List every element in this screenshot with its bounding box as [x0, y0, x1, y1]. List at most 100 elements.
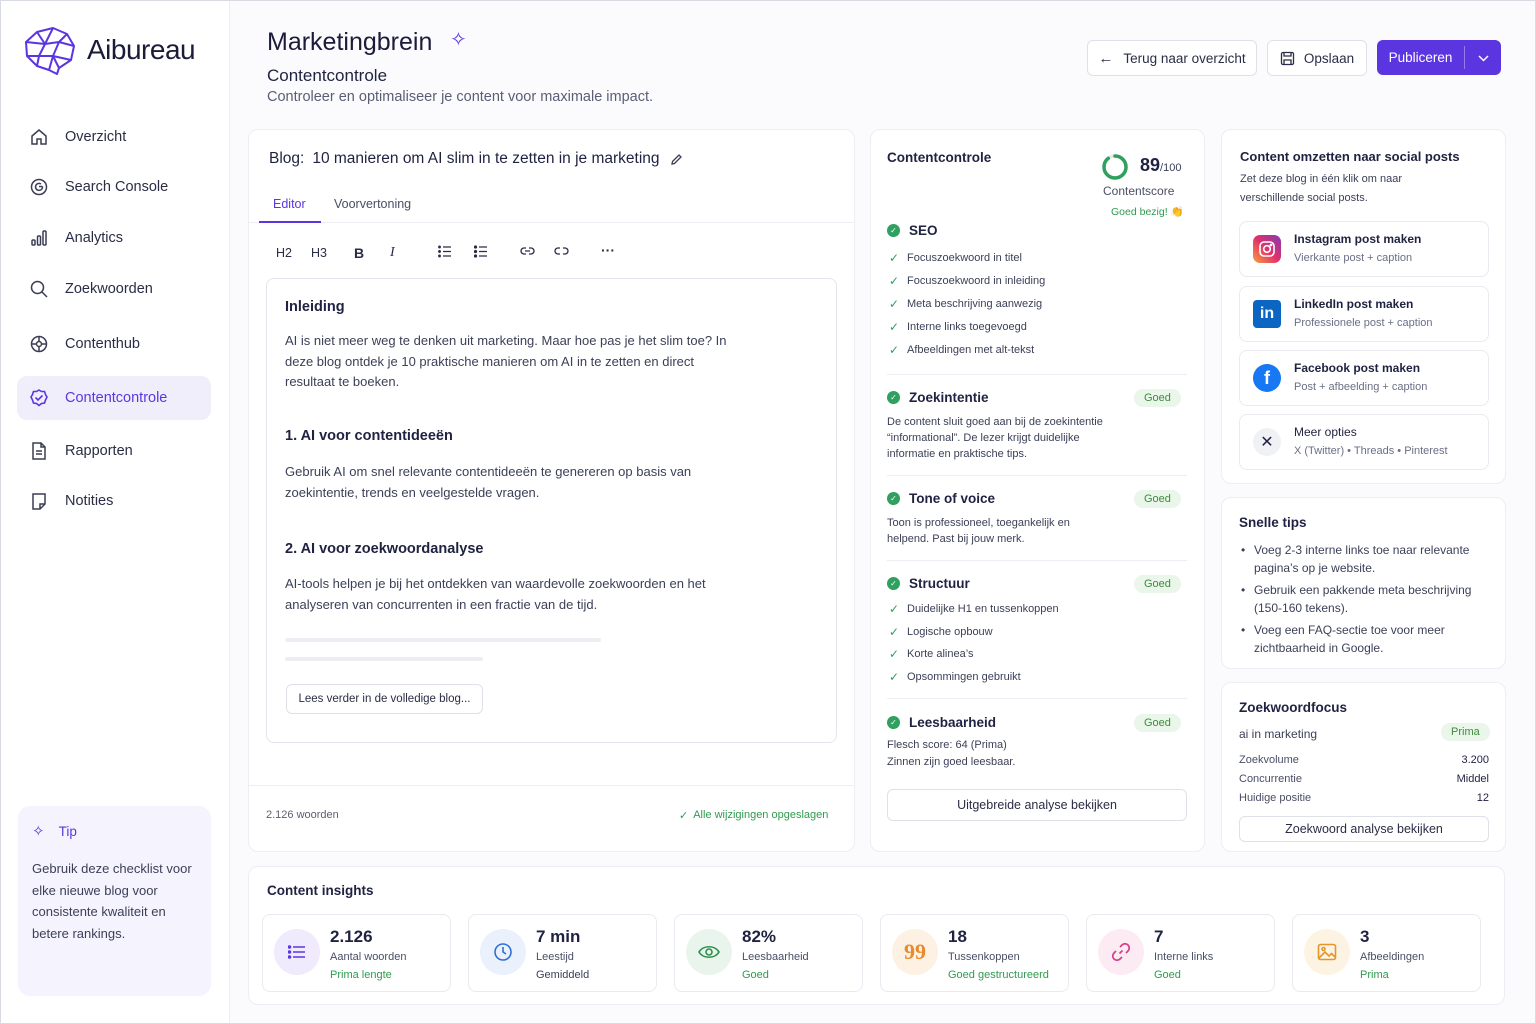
- heading3-button[interactable]: H3: [311, 246, 327, 260]
- insight-words: 2.126 Aantal woorden Prima lengte: [262, 914, 451, 992]
- seo-title: SEO: [909, 223, 938, 238]
- nav-item-zoekwoorden[interactable]: Zoekwoorden: [17, 267, 211, 311]
- insight-value: 7 min: [536, 927, 581, 946]
- tip-box: ✧ Tip Gebruik deze checklist voor elke n…: [18, 806, 211, 996]
- hub-icon: [29, 334, 49, 354]
- sidebar: Aibureau Overzicht Search Console Analyt…: [1, 1, 230, 1023]
- numbered-list-icon[interactable]: [438, 245, 452, 261]
- readability-title: Leesbaarheid: [909, 715, 997, 730]
- nav-item-search-console[interactable]: Search Console: [17, 165, 211, 209]
- chevron-down-icon: [1477, 50, 1489, 65]
- bullet-list-icon[interactable]: [473, 245, 488, 261]
- content-insights-card: Content insights 2.126 Aantal woorden Pr…: [248, 866, 1505, 1005]
- page-description: Controleer en optimaliseer je content vo…: [267, 89, 654, 105]
- editor-content-area[interactable]: Inleiding AI is niet meer weg te denken …: [266, 278, 837, 743]
- insight-value: 3: [1360, 927, 1370, 946]
- keyword-badge: Prima: [1441, 723, 1490, 741]
- facebook-post-button[interactable]: f Facebook post maken Post + afbeelding …: [1239, 350, 1489, 406]
- save-label: Opslaan: [1303, 50, 1355, 66]
- insight-readability: 82% Leesbaarheid Goed: [674, 914, 863, 992]
- insight-label: Afbeeldingen: [1360, 951, 1425, 963]
- more-options-icon[interactable]: ···: [601, 242, 615, 258]
- publish-button[interactable]: Publiceren: [1377, 40, 1464, 75]
- back-button[interactable]: ← Terug naar overzicht: [1087, 40, 1257, 76]
- check-circle-icon: ✓: [887, 224, 900, 237]
- bold-button[interactable]: B: [354, 245, 364, 261]
- tab-editor[interactable]: Editor: [273, 197, 306, 211]
- unlink-icon[interactable]: [554, 245, 569, 260]
- status-badge: Goed: [1134, 575, 1181, 593]
- keyword-term: ai in marketing: [1239, 727, 1318, 741]
- score-label: Contentscore: [1103, 184, 1175, 198]
- blog-prefix: Blog:: [269, 150, 305, 167]
- nav-item-contenthub[interactable]: Contenthub: [17, 322, 211, 366]
- publish-dropdown-button[interactable]: [1465, 40, 1501, 75]
- saved-status: ✓ Alle wijzigingen opgeslagen: [679, 809, 828, 822]
- insight-value: 2.126: [330, 927, 373, 946]
- check-icon: ✓: [889, 624, 900, 639]
- more-options-button[interactable]: ✕ Meer opties X (Twitter) • Threads • Pi…: [1239, 414, 1489, 470]
- score-value: 89 /100: [1140, 155, 1181, 176]
- nav-item-analytics[interactable]: Analytics: [17, 216, 211, 260]
- insight-label: Leestijd: [536, 951, 574, 963]
- intent-title: Zoekintentie: [909, 390, 989, 405]
- nav-item-overzicht[interactable]: Overzicht: [17, 115, 211, 159]
- arrow-left-icon: ←: [1098, 49, 1114, 67]
- insight-label: Leesbaarheid: [742, 951, 809, 963]
- social-item-sub: Professionele post + caption: [1294, 317, 1433, 329]
- seo-item: ✓ Afbeeldingen met alt-tekst: [889, 342, 1035, 357]
- facebook-icon: f: [1253, 364, 1281, 392]
- score-max: /100: [1160, 162, 1182, 174]
- insight-headings: 99 18 Tussenkoppen Goed gestructureerd: [880, 914, 1069, 992]
- image-icon: [1304, 929, 1350, 975]
- quick-tips-card: Snelle tips Voeg 2-3 interne links toe n…: [1221, 497, 1506, 669]
- linkedin-post-button[interactable]: in LinkedIn post maken Professionele pos…: [1239, 286, 1489, 342]
- insight-label: Interne links: [1154, 951, 1214, 963]
- note-icon: [29, 491, 49, 511]
- word-count: 2.126 woorden: [266, 809, 339, 821]
- insight-sub: Gemiddeld: [536, 969, 590, 981]
- nav-item-notities[interactable]: Notities: [17, 479, 211, 523]
- insight-value: 7: [1154, 927, 1164, 946]
- structure-header: ✓ Structuur: [887, 576, 970, 591]
- check-circle-icon: ✓: [887, 492, 900, 505]
- read-more-button[interactable]: Lees verder in de volledige blog...: [286, 684, 483, 714]
- heading2-button[interactable]: H2: [276, 246, 292, 260]
- nav-item-contentcontrole[interactable]: Contentcontrole: [17, 376, 211, 420]
- keyword-row: Huidige positie 12: [1239, 792, 1489, 804]
- insight-images: 3 Afbeeldingen Prima: [1292, 914, 1481, 992]
- readability-header: ✓ Leesbaarheid: [887, 715, 996, 730]
- skeleton-line: [285, 657, 483, 661]
- tone-text: Toon is professioneel, toegankelijk en h…: [887, 517, 1070, 545]
- insight-sub: Prima lengte: [330, 969, 392, 981]
- insight-sub: Goed gestructureerd: [948, 969, 1049, 981]
- tip-item: Voeg een FAQ-sectie toe voor meer zichtb…: [1239, 622, 1489, 657]
- keyword-analysis-button[interactable]: Zoekwoord analyse bekijken: [1239, 816, 1489, 842]
- seo-item: ✓ Focuszoekwoord in inleiding: [889, 273, 1046, 288]
- analysis-button[interactable]: Uitgebreide analyse bekijken: [887, 789, 1187, 821]
- check-icon: ✓: [679, 810, 689, 822]
- intent-header: ✓ Zoekintentie: [887, 390, 989, 405]
- seo-item: ✓ Interne links toegevoegd: [889, 319, 1027, 334]
- check-circle-icon: ✓: [887, 577, 900, 590]
- tip-item: Voeg 2-3 interne links toe naar relevant…: [1239, 542, 1489, 577]
- italic-button[interactable]: I: [390, 245, 395, 261]
- tab-voorvertoning[interactable]: Voorvertoning: [334, 197, 411, 211]
- quote-icon: 99: [892, 929, 938, 975]
- insight-reading-time: 7 min Leestijd Gemiddeld: [468, 914, 657, 992]
- social-item-sub: Vierkante post + caption: [1294, 252, 1413, 264]
- instagram-post-button[interactable]: Instagram post maken Vierkante post + ca…: [1239, 221, 1489, 277]
- check-icon: ✓: [889, 342, 900, 357]
- sparkle-icon: ✧: [32, 823, 45, 840]
- bar-chart-icon: [29, 228, 49, 248]
- linkedin-icon: in: [1253, 300, 1281, 328]
- pencil-icon[interactable]: [670, 153, 683, 166]
- app-window: Aibureau Overzicht Search Console Analyt…: [0, 0, 1536, 1024]
- nav-item-rapporten[interactable]: Rapporten: [17, 429, 211, 473]
- link-icon[interactable]: [520, 245, 535, 260]
- check-icon: ✓: [889, 319, 900, 334]
- check-icon: ✓: [889, 602, 900, 617]
- check-circle-icon: ✓: [887, 716, 900, 729]
- score-note: Goed bezig! 👏: [1111, 206, 1184, 218]
- save-button[interactable]: Opslaan: [1267, 40, 1367, 76]
